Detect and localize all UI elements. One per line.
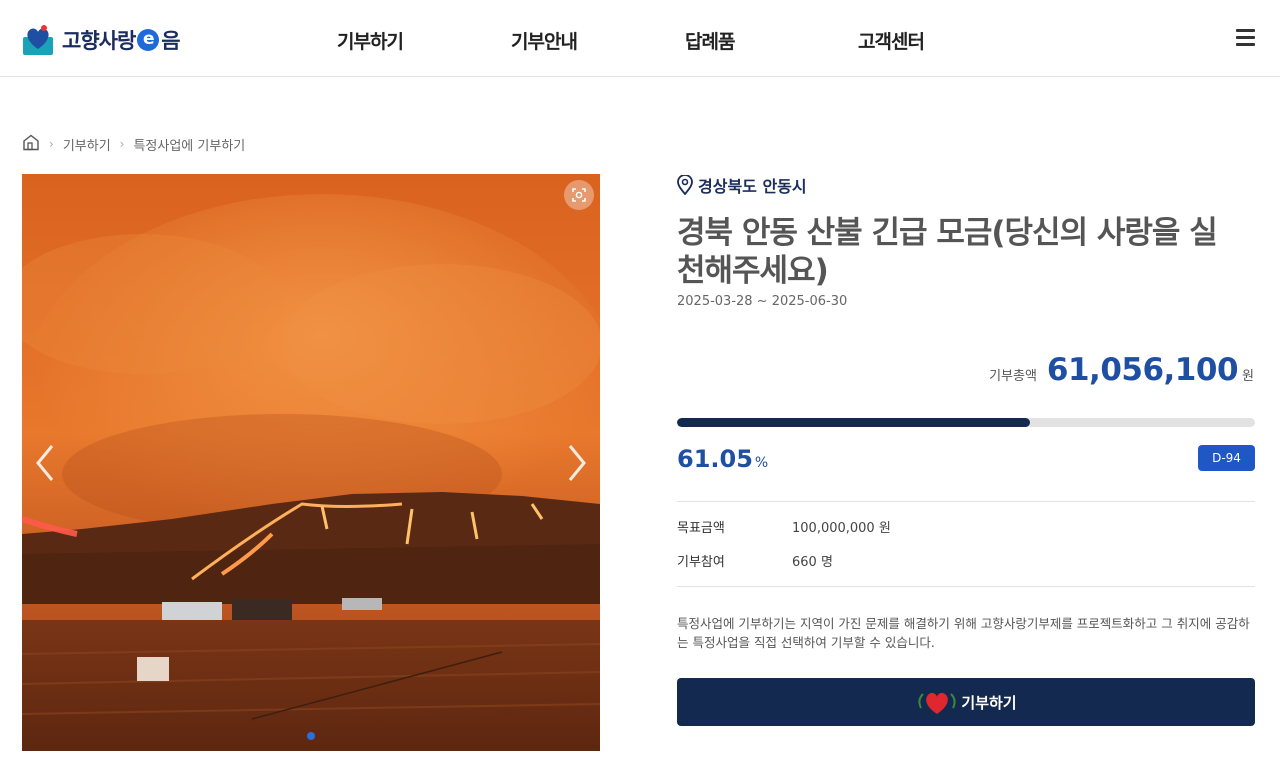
site-logo[interactable]: 고향사랑 e 음: [22, 22, 181, 58]
donate-button-label: 기부하기: [961, 693, 1017, 712]
donate-button[interactable]: 기부하기: [677, 678, 1255, 726]
home-icon[interactable]: [22, 134, 40, 155]
zoom-icon[interactable]: [564, 180, 594, 210]
target-label: 목표금액: [677, 521, 725, 536]
nav-guide[interactable]: 기부안내: [511, 27, 578, 54]
slider-pagination-dot[interactable]: [307, 732, 315, 740]
nav-gifts[interactable]: 답례품: [685, 27, 735, 54]
total-label: 기부총액: [989, 369, 1037, 384]
logo-e-mark: e: [137, 29, 160, 51]
breadcrumb-special-project[interactable]: 특정사업에 기부하기: [133, 135, 245, 154]
percent-value: 61.05: [677, 445, 753, 473]
project-region: 경상북도 안동시: [677, 174, 807, 196]
donation-total: 기부총액 61,056,100 원: [989, 352, 1254, 388]
region-label: 경상북도 안동시: [698, 177, 807, 196]
total-amount: 61,056,100: [1046, 352, 1239, 388]
logo-text-tail: 음: [161, 29, 180, 53]
progress-bar: [677, 418, 1255, 427]
participants-label: 기부참여: [677, 555, 725, 570]
nav-support[interactable]: 고객센터: [858, 27, 925, 54]
wildfire-photo: [22, 174, 600, 751]
breadcrumb-separator: ›: [49, 137, 54, 151]
breadcrumb: › 기부하기 › 특정사업에 기부하기: [22, 134, 245, 155]
target-value: 100,000,000 원: [792, 521, 891, 536]
breadcrumb-donate[interactable]: 기부하기: [63, 135, 111, 154]
divider: [677, 586, 1255, 587]
divider: [677, 501, 1255, 502]
total-unit: 원: [1242, 369, 1254, 384]
breadcrumb-separator: ›: [119, 137, 125, 151]
percent-unit: %: [754, 455, 769, 471]
location-pin-icon: [677, 175, 693, 195]
heart-hands-logo-icon: [22, 23, 54, 57]
logo-wordmark: 고향사랑 e 음: [62, 25, 181, 55]
nav-donate[interactable]: 기부하기: [337, 27, 404, 54]
project-title: 경북 안동 산불 긴급 모금(당신의 사랑을 실천해주세요): [677, 215, 1218, 289]
project-description: 특정사업에 기부하기는 지역이 가진 문제를 해결하기 위해 고향사랑기부제를 …: [677, 616, 1250, 650]
target-amount-row: 목표금액 100,000,000 원: [677, 517, 891, 536]
participants-row: 기부참여 660 명: [677, 551, 833, 570]
hamburger-icon[interactable]: [1236, 29, 1255, 46]
progress-percent: 61.05 %: [677, 445, 768, 473]
dday-badge: D-94: [1198, 445, 1255, 471]
progress-fill: [677, 418, 1030, 427]
chevron-right-icon[interactable]: [562, 442, 592, 484]
chevron-left-icon[interactable]: [30, 442, 60, 484]
project-period: 2025-03-28 ~ 2025-06-30: [677, 294, 848, 309]
project-image-slider[interactable]: [22, 174, 600, 751]
logo-text-main: 고향사랑: [62, 29, 136, 53]
participants-value: 660 명: [792, 555, 833, 570]
site-header: 고향사랑 e 음 기부하기 기부안내 답례품 고객센터: [0, 0, 1280, 77]
heart-wreath-icon: [918, 692, 956, 714]
